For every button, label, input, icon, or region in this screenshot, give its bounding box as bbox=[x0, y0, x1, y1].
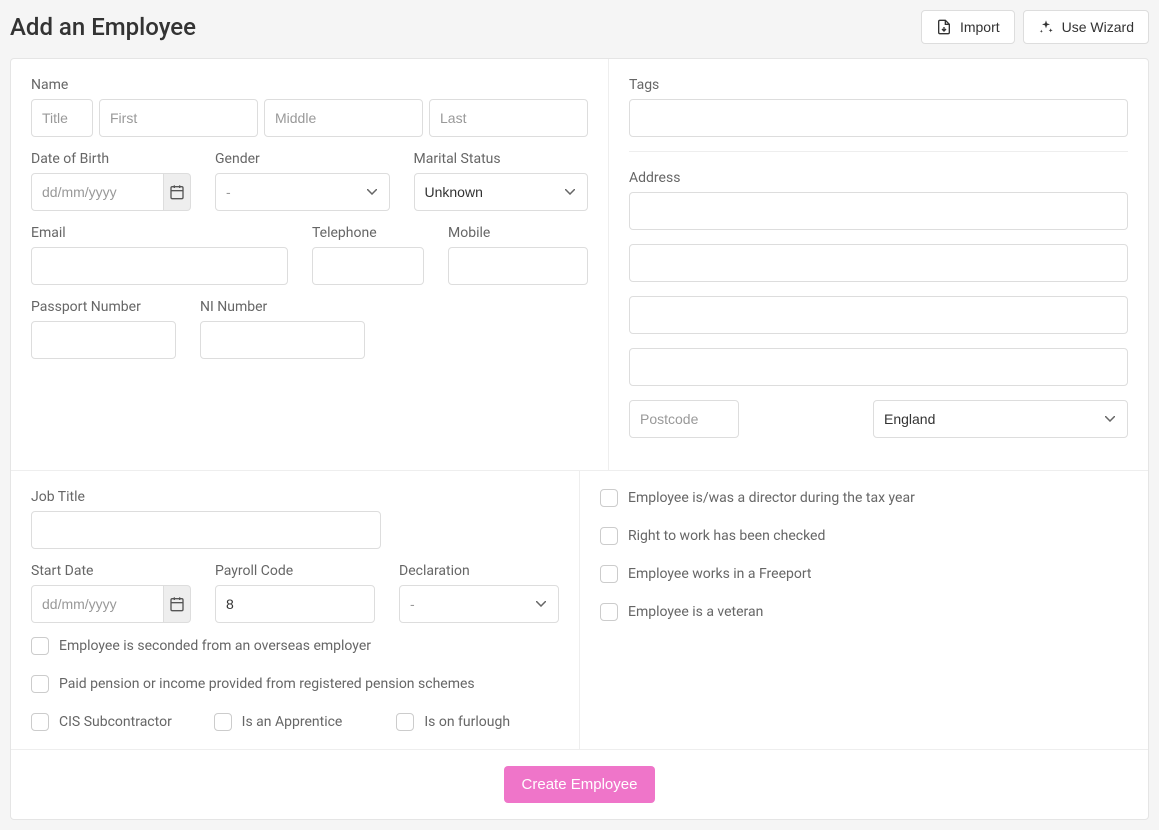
passport-number-input[interactable] bbox=[31, 321, 176, 359]
ni-number-input[interactable] bbox=[200, 321, 365, 359]
use-wizard-button-label: Use Wizard bbox=[1062, 19, 1134, 35]
passport-number-label: Passport Number bbox=[31, 299, 176, 315]
dob-calendar-button[interactable] bbox=[164, 173, 191, 211]
director-checkbox[interactable] bbox=[600, 489, 618, 507]
name-label: Name bbox=[31, 77, 588, 93]
payroll-code-label: Payroll Code bbox=[215, 563, 375, 579]
declaration-select[interactable]: - bbox=[399, 585, 559, 623]
import-button[interactable]: Import bbox=[921, 10, 1015, 44]
ni-number-label: NI Number bbox=[200, 299, 365, 315]
first-name-input[interactable] bbox=[99, 99, 258, 137]
pension-label: Paid pension or income provided from reg… bbox=[59, 676, 475, 692]
declaration-label: Declaration bbox=[399, 563, 559, 579]
address-line-2-input[interactable] bbox=[629, 244, 1128, 282]
postcode-input[interactable] bbox=[629, 400, 739, 438]
seconded-label: Employee is seconded from an overseas em… bbox=[59, 638, 371, 654]
seconded-checkbox[interactable] bbox=[31, 637, 49, 655]
start-date-calendar-button[interactable] bbox=[164, 585, 191, 623]
middle-name-input[interactable] bbox=[264, 99, 423, 137]
apprentice-label: Is an Apprentice bbox=[242, 714, 343, 730]
start-date-input[interactable] bbox=[31, 585, 164, 623]
job-title-input[interactable] bbox=[31, 511, 381, 549]
tags-label: Tags bbox=[629, 77, 1128, 93]
marital-status-select[interactable]: Unknown bbox=[414, 173, 589, 211]
telephone-input[interactable] bbox=[312, 247, 424, 285]
gender-label: Gender bbox=[215, 151, 390, 167]
tags-input[interactable] bbox=[629, 99, 1128, 137]
address-line-3-input[interactable] bbox=[629, 296, 1128, 334]
telephone-label: Telephone bbox=[312, 225, 424, 241]
cis-subcontractor-label: CIS Subcontractor bbox=[59, 714, 172, 730]
email-input[interactable] bbox=[31, 247, 288, 285]
mobile-label: Mobile bbox=[448, 225, 588, 241]
apprentice-checkbox[interactable] bbox=[214, 713, 232, 731]
use-wizard-button[interactable]: Use Wizard bbox=[1023, 10, 1149, 44]
last-name-input[interactable] bbox=[429, 99, 588, 137]
furlough-label: Is on furlough bbox=[424, 714, 510, 730]
calendar-icon bbox=[169, 596, 185, 612]
director-label: Employee is/was a director during the ta… bbox=[628, 490, 915, 506]
address-line-4-input[interactable] bbox=[629, 348, 1128, 386]
cis-subcontractor-checkbox[interactable] bbox=[31, 713, 49, 731]
payroll-code-input[interactable] bbox=[215, 585, 375, 623]
country-select[interactable]: England bbox=[873, 400, 1128, 438]
right-to-work-checkbox[interactable] bbox=[600, 527, 618, 545]
start-date-label: Start Date bbox=[31, 563, 191, 579]
veteran-label: Employee is a veteran bbox=[628, 604, 763, 620]
import-icon bbox=[936, 19, 952, 35]
furlough-checkbox[interactable] bbox=[396, 713, 414, 731]
wizard-icon bbox=[1038, 19, 1054, 35]
freeport-checkbox[interactable] bbox=[600, 565, 618, 583]
create-employee-button[interactable]: Create Employee bbox=[504, 766, 656, 803]
mobile-input[interactable] bbox=[448, 247, 588, 285]
import-button-label: Import bbox=[960, 19, 1000, 35]
address-line-1-input[interactable] bbox=[629, 192, 1128, 230]
veteran-checkbox[interactable] bbox=[600, 603, 618, 621]
calendar-icon bbox=[169, 184, 185, 200]
address-label: Address bbox=[629, 170, 1128, 186]
gender-select[interactable]: - bbox=[215, 173, 390, 211]
pension-checkbox[interactable] bbox=[31, 675, 49, 693]
right-to-work-label: Right to work has been checked bbox=[628, 528, 825, 544]
freeport-label: Employee works in a Freeport bbox=[628, 566, 812, 582]
job-title-label: Job Title bbox=[31, 489, 559, 505]
dob-label: Date of Birth bbox=[31, 151, 191, 167]
page-title: Add an Employee bbox=[10, 13, 196, 41]
email-label: Email bbox=[31, 225, 288, 241]
dob-input[interactable] bbox=[31, 173, 164, 211]
marital-status-label: Marital Status bbox=[414, 151, 589, 167]
title-input[interactable] bbox=[31, 99, 93, 137]
